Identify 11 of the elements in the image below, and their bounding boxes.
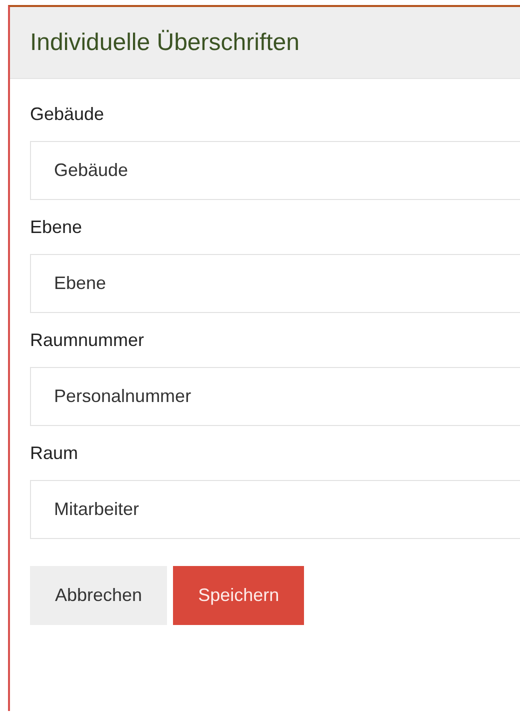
- field-label: Gebäude: [30, 104, 104, 125]
- field-label: Ebene: [30, 217, 82, 238]
- save-button[interactable]: Speichern: [173, 566, 304, 625]
- input-field[interactable]: Ebene: [30, 254, 520, 313]
- input-field[interactable]: Personalnummer: [30, 367, 520, 426]
- field-label: Raumnummer: [30, 330, 144, 351]
- input-field[interactable]: Mitarbeiter: [30, 480, 520, 539]
- cancel-button[interactable]: Abbrechen: [30, 566, 168, 625]
- input-field[interactable]: Gebäude: [30, 141, 520, 200]
- panel-title: Individuelle Überschriften: [30, 28, 300, 56]
- field-label: Raum: [30, 443, 78, 464]
